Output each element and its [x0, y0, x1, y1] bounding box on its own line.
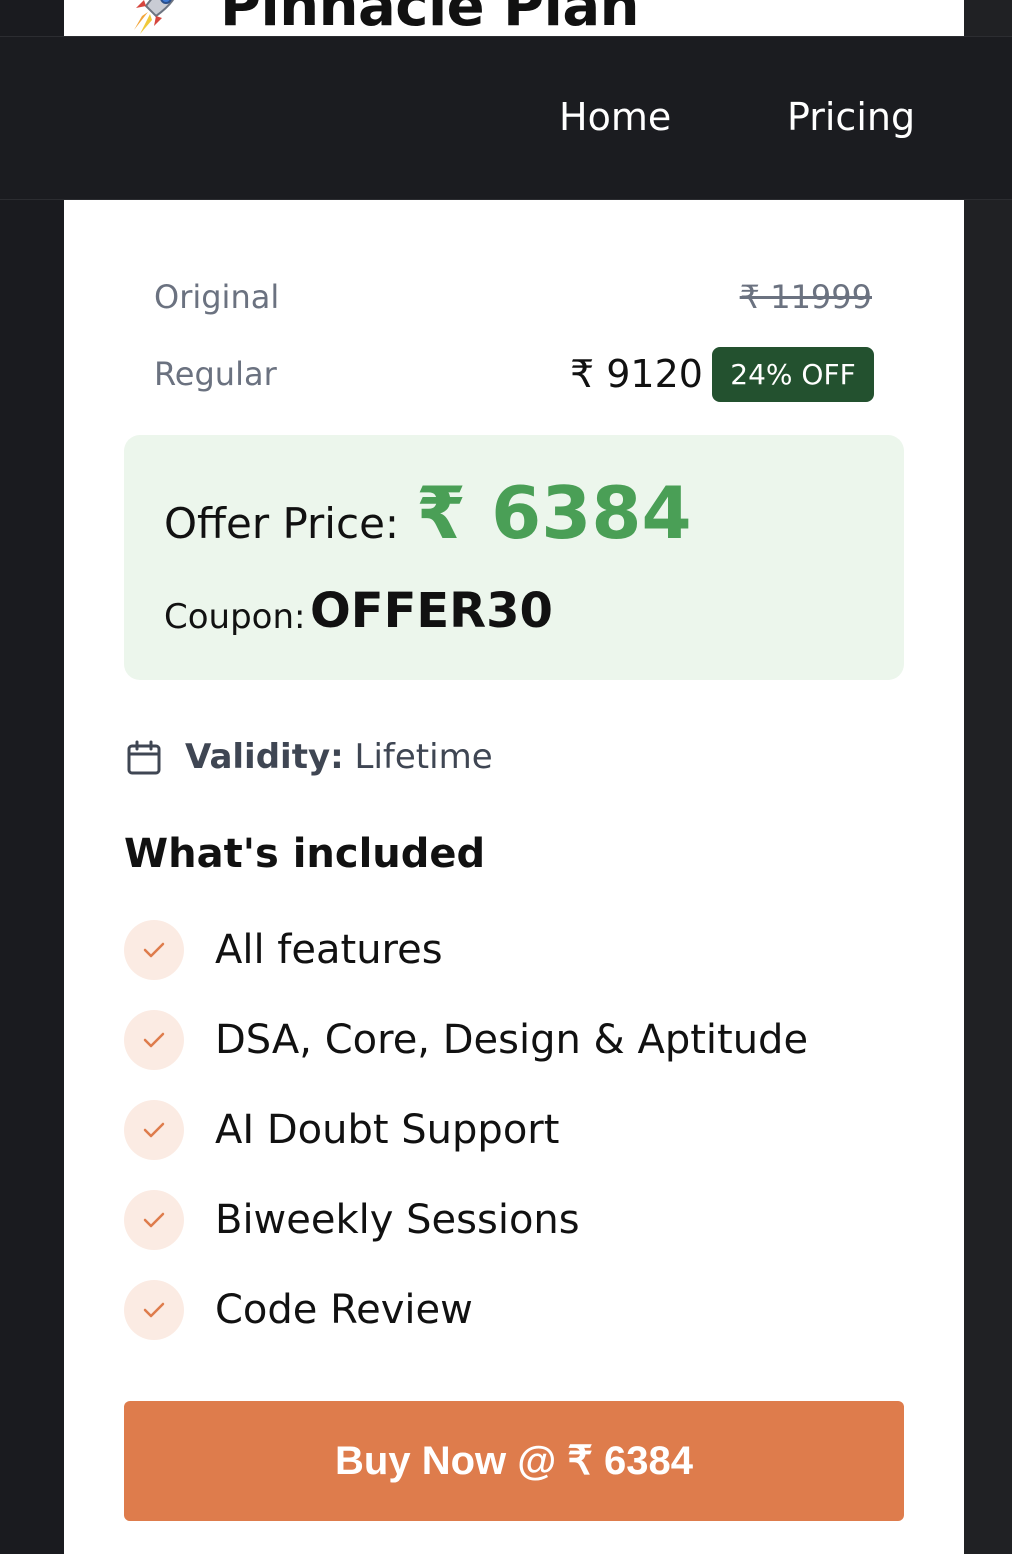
discount-badge: 24% OFF	[712, 347, 874, 402]
check-icon	[124, 1100, 184, 1160]
check-icon	[124, 1280, 184, 1340]
coupon-code: OFFER30	[310, 583, 553, 639]
plan-header: Pinnacle Plan	[122, 0, 640, 39]
validity-text: Validity: Lifetime	[185, 737, 493, 777]
page-backdrop-right	[964, 0, 1012, 1554]
list-item: Code Review	[124, 1280, 884, 1340]
nav-pricing-link[interactable]: Pricing	[787, 95, 915, 139]
list-item: DSA, Core, Design & Aptitude	[124, 1010, 884, 1070]
feature-label: Biweekly Sessions	[215, 1197, 580, 1243]
buy-now-button[interactable]: Buy Now @ ₹ 6384	[124, 1401, 904, 1521]
feature-label: Code Review	[215, 1287, 473, 1333]
offer-box: Offer Price: ₹ 6384 Coupon: OFFER30	[124, 435, 904, 680]
page-backdrop-left	[0, 0, 64, 1554]
regular-price-label: Regular	[154, 355, 277, 393]
rocket-icon	[134, 0, 175, 34]
offer-price: ₹ 6384	[416, 471, 692, 555]
list-item: All features	[124, 920, 884, 980]
list-item: Biweekly Sessions	[124, 1190, 884, 1250]
calendar-icon	[127, 740, 161, 775]
original-price: ₹ 11999	[739, 278, 872, 316]
validity-label: Validity:	[185, 737, 344, 777]
offer-price-label: Offer Price:	[164, 499, 400, 548]
pricing-page: Pinnacle Plan Home Pricing Original ₹ 11…	[0, 0, 1012, 1554]
plan-title: Pinnacle Plan	[220, 0, 640, 39]
validity-value: Lifetime	[354, 737, 493, 777]
feature-label: AI Doubt Support	[215, 1107, 560, 1153]
top-navbar: Home Pricing	[0, 36, 1012, 200]
nav-home-link[interactable]: Home	[559, 95, 671, 139]
check-icon	[124, 920, 184, 980]
included-heading: What's included	[124, 831, 486, 877]
check-icon	[124, 1010, 184, 1070]
list-item: AI Doubt Support	[124, 1100, 884, 1160]
check-icon	[124, 1190, 184, 1250]
feature-label: DSA, Core, Design & Aptitude	[215, 1017, 809, 1063]
feature-label: All features	[215, 927, 443, 973]
regular-price: ₹ 9120	[570, 352, 703, 396]
coupon-label: Coupon:	[164, 597, 306, 637]
original-price-label: Original	[154, 278, 280, 316]
